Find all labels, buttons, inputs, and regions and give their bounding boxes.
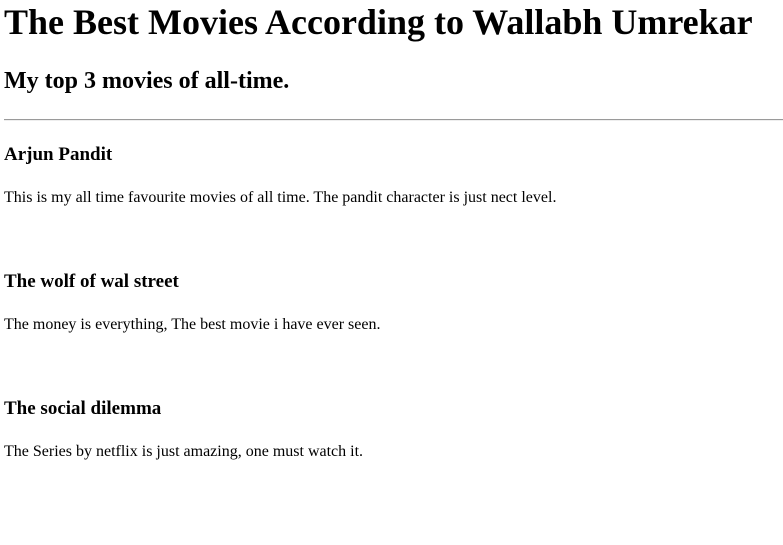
movie-title: Arjun Pandit [4,144,113,165]
page-subtitle: My top 3 movies of all-time. [4,68,290,94]
movie-description: The Series by netflix is just amazing, o… [4,443,364,460]
movie-description: This is my all time favourite movies of … [4,189,557,206]
movie-entry: The wolf of wal street The money is ever… [4,271,779,335]
divider [4,119,783,121]
movie-title: The wolf of wal street [4,271,179,292]
page: The Best Movies According to Wallabh Umr… [0,0,783,545]
page-title: The Best Movies According to Wallabh Umr… [4,2,753,42]
movie-title: The social dilemma [4,398,162,419]
movie-description: The money is everything, The best movie … [4,316,381,333]
movie-entry: Arjun Pandit This is my all time favouri… [4,144,779,208]
movie-entry: The social dilemma The Series by netflix… [4,398,779,462]
